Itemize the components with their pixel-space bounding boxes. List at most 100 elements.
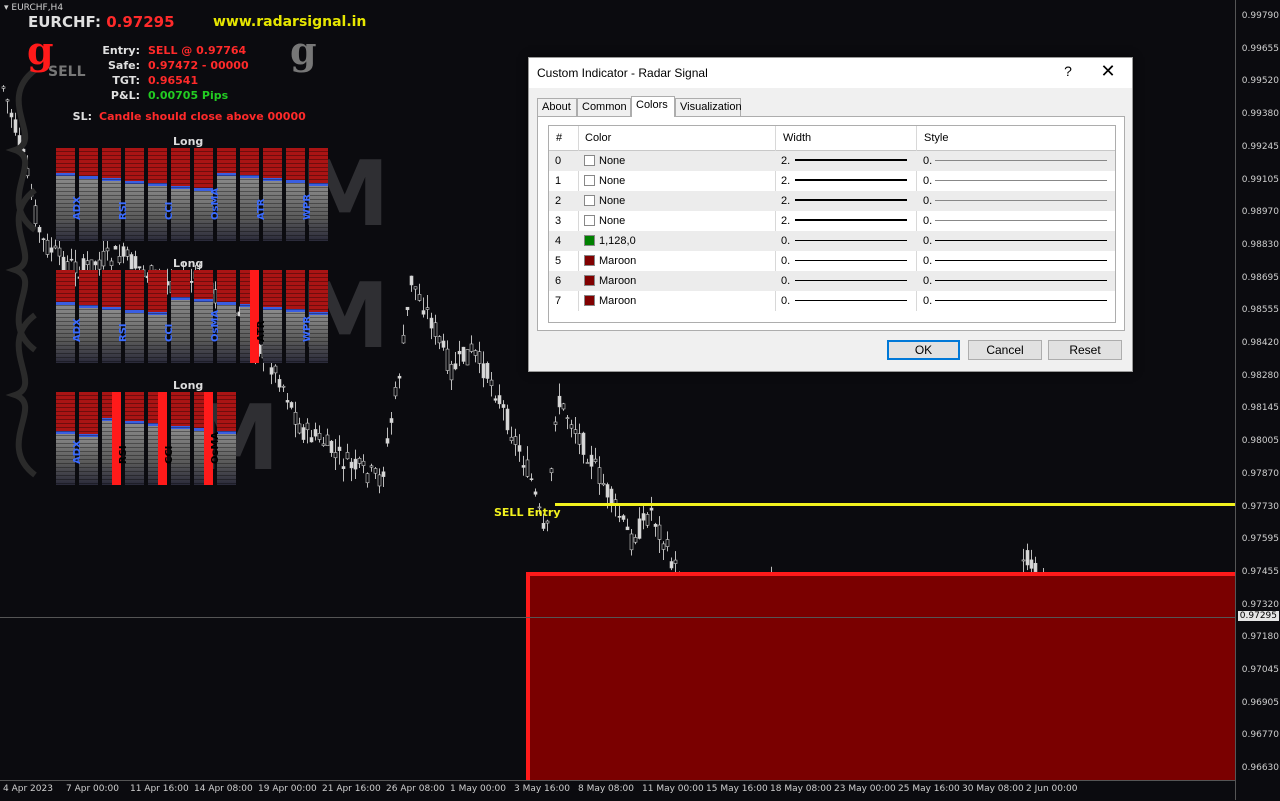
color-swatch[interactable] <box>584 195 595 206</box>
color-row[interactable]: 7 Maroon 0. 0. <box>549 291 1115 311</box>
price-axis[interactable]: 0.99790 0.99655 0.99520 0.99380 0.99245 0.991… <box>1235 0 1280 800</box>
candle-body <box>305 422 310 431</box>
candle-body <box>33 205 38 224</box>
indicator-label: ATR <box>256 198 267 220</box>
indicator-label: ADX <box>72 318 83 342</box>
date-tick: 21 Apr 16:00 <box>322 784 381 794</box>
width-value[interactable]: 0. <box>781 255 790 267</box>
candle-body <box>317 433 322 440</box>
color-name[interactable]: None <box>599 195 625 207</box>
candle-body <box>189 280 194 283</box>
price-tick: 0.98830 <box>1241 239 1279 250</box>
tab-common[interactable]: Common <box>577 98 631 116</box>
color-swatch[interactable] <box>584 255 595 266</box>
time-axis[interactable]: 4 Apr 2023 7 Apr 00:00 11 Apr 16:00 14 Apr … <box>0 780 1235 801</box>
tab-visualization[interactable]: Visualization <box>675 98 742 116</box>
color-name[interactable]: Maroon <box>599 255 636 267</box>
color-name[interactable]: 1,128,0 <box>599 235 636 247</box>
candle-body <box>333 452 338 459</box>
candle-body <box>57 247 62 257</box>
candle-body <box>53 245 58 249</box>
header-style: Style <box>924 132 949 144</box>
color-swatch[interactable] <box>584 155 595 166</box>
tab-colors[interactable]: Colors <box>631 96 675 117</box>
indicator-bar-stripes <box>79 270 98 363</box>
style-value[interactable]: 0. <box>923 275 932 287</box>
color-swatch[interactable] <box>584 175 595 186</box>
symbol-tab-text: EURCHF,H4 <box>11 3 64 13</box>
ok-button[interactable]: OK <box>887 340 960 360</box>
color-row[interactable]: 4 1,128,0 0. 0. <box>549 231 1115 251</box>
info-label: TGT: <box>112 74 140 87</box>
style-value[interactable]: 0. <box>923 215 932 227</box>
color-row[interactable]: 2 None 2. 0. <box>549 191 1115 211</box>
color-row[interactable]: 3 None 2. 0. <box>549 211 1115 231</box>
help-button[interactable]: ? <box>1059 63 1077 79</box>
info-value: SELL @ 0.97764 <box>148 44 247 57</box>
color-name[interactable]: None <box>599 155 625 167</box>
color-name[interactable]: Maroon <box>599 295 636 307</box>
width-value[interactable]: 0. <box>781 295 790 307</box>
candle-body <box>661 543 666 550</box>
indicator-bar-stripes <box>240 148 259 241</box>
candle-body <box>569 424 574 429</box>
color-row[interactable]: 0 None 2. 0. <box>549 151 1115 171</box>
color-row[interactable]: 5 Maroon 0. 0. <box>549 251 1115 271</box>
style-value[interactable]: 0. <box>923 235 932 247</box>
candle-body <box>529 478 534 480</box>
indicator-bar-stripes <box>263 270 282 363</box>
width-preview <box>795 219 907 221</box>
candle-body <box>617 516 622 518</box>
price-tick: 0.97595 <box>1241 534 1279 545</box>
candle-body <box>389 418 394 423</box>
style-value[interactable]: 0. <box>923 155 932 167</box>
width-value[interactable]: 2. <box>781 215 790 227</box>
candle-body <box>101 250 106 267</box>
price-tick: 0.98970 <box>1241 207 1279 218</box>
color-swatch[interactable] <box>584 275 595 286</box>
width-value[interactable]: 2. <box>781 155 790 167</box>
style-value[interactable]: 0. <box>923 295 932 307</box>
width-preview <box>795 280 907 281</box>
indicator-bar-stripes <box>56 392 75 485</box>
close-icon[interactable]: ✕ <box>1097 61 1119 82</box>
candle-body <box>125 249 130 257</box>
color-swatch[interactable] <box>584 235 595 246</box>
candle-body <box>1033 562 1038 572</box>
color-name[interactable]: None <box>599 215 625 227</box>
candle-body <box>657 524 662 540</box>
reset-button[interactable]: Reset <box>1048 340 1122 360</box>
indicator-label: RSI <box>118 445 129 464</box>
tab-about[interactable]: About <box>537 98 577 116</box>
candle-body <box>605 484 610 498</box>
color-swatch[interactable] <box>584 295 595 306</box>
candle-body <box>581 432 586 455</box>
style-value[interactable]: 0. <box>923 175 932 187</box>
candle-body <box>453 363 458 370</box>
price-tick: 0.97455 <box>1241 566 1279 577</box>
width-value[interactable]: 0. <box>781 275 790 287</box>
date-tick: 14 Apr 08:00 <box>194 784 253 794</box>
active-signal-bar <box>112 392 121 485</box>
width-value[interactable]: 2. <box>781 195 790 207</box>
width-value[interactable]: 0. <box>781 235 790 247</box>
row-index: 3 <box>555 215 562 227</box>
candle-body <box>421 310 426 315</box>
color-row[interactable]: 1 None 2. 0. <box>549 171 1115 191</box>
info-label: Safe: <box>108 59 140 72</box>
color-row[interactable]: 6 Maroon 0. 0. <box>549 271 1115 291</box>
cancel-button[interactable]: Cancel <box>968 340 1042 360</box>
style-value[interactable]: 0. <box>923 195 932 207</box>
indicator-bar-stripes <box>263 148 282 241</box>
style-value[interactable]: 0. <box>923 255 932 267</box>
width-value[interactable]: 2. <box>781 175 790 187</box>
color-name[interactable]: None <box>599 175 625 187</box>
row-index: 4 <box>555 235 562 247</box>
colors-grid[interactable]: # Color Width Style 0 None 2. 0. 1 None 2. 0. 2 N… <box>548 125 1116 323</box>
candle-body <box>525 459 530 477</box>
candle-body <box>457 350 462 355</box>
candle-body <box>61 256 66 272</box>
candle-body <box>289 402 294 408</box>
color-name[interactable]: Maroon <box>599 275 636 287</box>
color-swatch[interactable] <box>584 215 595 226</box>
